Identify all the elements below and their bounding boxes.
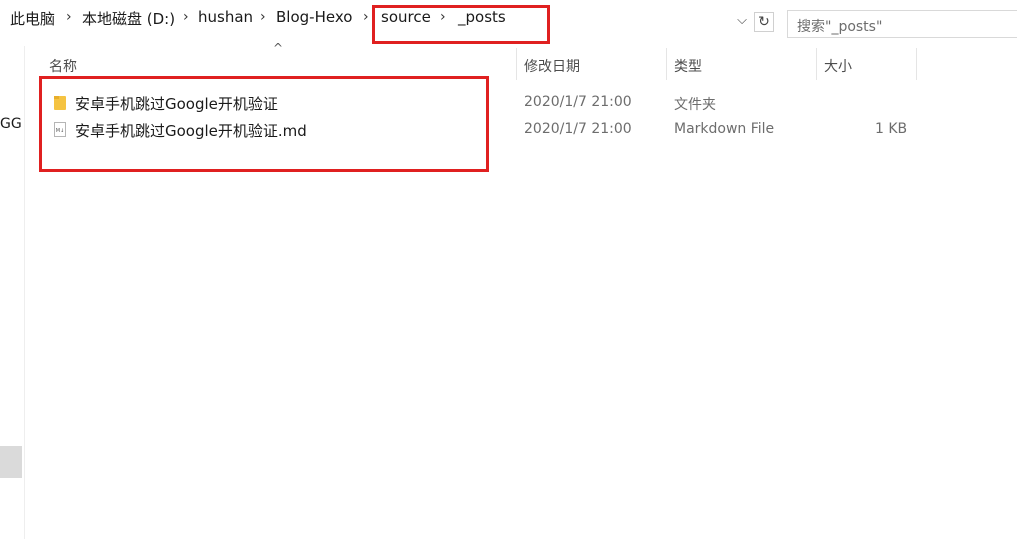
chevron-right-icon[interactable]: › bbox=[183, 9, 189, 25]
column-header-name[interactable]: 名称 bbox=[49, 56, 77, 76]
column-divider[interactable] bbox=[516, 48, 517, 80]
markdown-file-icon: M↓ bbox=[54, 122, 66, 137]
column-header-modified[interactable]: 修改日期 bbox=[524, 56, 580, 76]
column-divider[interactable] bbox=[816, 48, 817, 80]
column-divider[interactable] bbox=[666, 48, 667, 80]
breadcrumb-item-this-pc[interactable]: 此电脑 bbox=[10, 8, 55, 29]
file-modified: 2020/1/7 21:00 bbox=[524, 121, 632, 137]
chevron-right-icon[interactable]: › bbox=[440, 9, 446, 25]
file-name[interactable]: 安卓手机跳过Google开机验证 bbox=[75, 93, 278, 114]
refresh-icon[interactable]: ↻ bbox=[754, 12, 774, 32]
folder-icon bbox=[54, 96, 66, 110]
search-input[interactable]: 搜索"_posts" bbox=[787, 10, 1017, 38]
file-row[interactable]: 安卓手机跳过Google开机验证 2020/1/7 21:00 文件夹 bbox=[48, 93, 928, 117]
column-header-size[interactable]: 大小 bbox=[824, 56, 852, 76]
breadcrumb-item-source[interactable]: source bbox=[381, 8, 431, 26]
breadcrumb-item-posts[interactable]: _posts bbox=[458, 8, 506, 26]
svg-text:M↓: M↓ bbox=[56, 128, 65, 134]
nav-item-truncated[interactable]: GG bbox=[0, 116, 22, 132]
navigation-pane[interactable]: GG bbox=[0, 46, 25, 539]
scrollbar-thumb[interactable] bbox=[0, 446, 22, 478]
sort-ascending-icon: ^ bbox=[273, 41, 284, 55]
file-type: Markdown File bbox=[674, 121, 775, 137]
breadcrumb-item-blog-hexo[interactable]: Blog-Hexo bbox=[276, 8, 352, 26]
breadcrumb-item-local-disk[interactable]: 本地磁盘 (D:) bbox=[82, 8, 175, 29]
file-size: 1 KB bbox=[875, 121, 908, 137]
file-row[interactable]: M↓ 安卓手机跳过Google开机验证.md 2020/1/7 21:00 Ma… bbox=[48, 120, 928, 144]
breadcrumb-item-hushan[interactable]: hushan bbox=[198, 8, 253, 26]
column-divider[interactable] bbox=[916, 48, 917, 80]
search-placeholder: 搜索"_posts" bbox=[797, 19, 883, 35]
file-type: 文件夹 bbox=[674, 97, 716, 113]
file-name[interactable]: 安卓手机跳过Google开机验证.md bbox=[75, 120, 307, 141]
chevron-right-icon[interactable]: › bbox=[363, 9, 369, 25]
file-modified: 2020/1/7 21:00 bbox=[524, 94, 632, 110]
chevron-right-icon[interactable]: › bbox=[260, 9, 266, 25]
chevron-down-icon[interactable]: ⌵ bbox=[734, 13, 750, 29]
chevron-right-icon[interactable]: › bbox=[66, 9, 72, 25]
column-header-type[interactable]: 类型 bbox=[674, 56, 702, 76]
